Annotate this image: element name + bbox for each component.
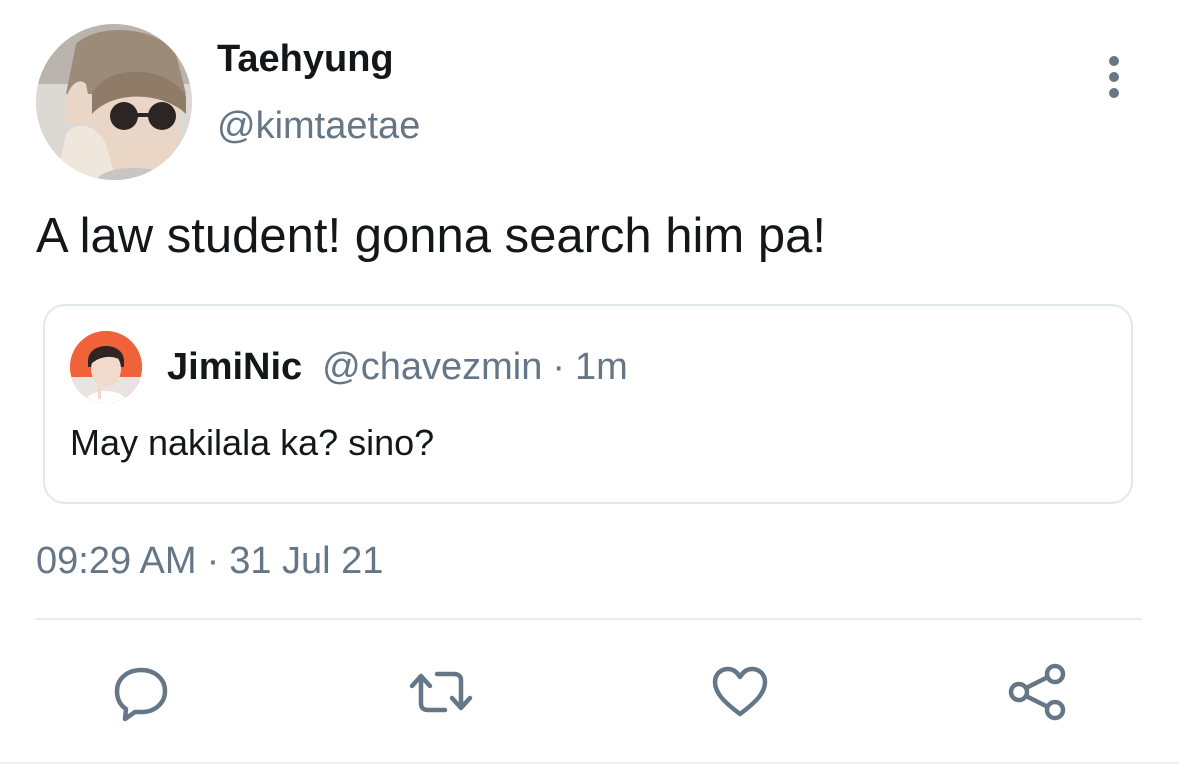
like-button[interactable] [708,660,772,724]
tweet-date: 31 Jul 21 [229,540,384,582]
heart-icon [712,666,768,717]
reply-icon [114,667,168,722]
profile-photo-icon [70,331,142,403]
quoted-display-name: JimiNic [167,346,303,388]
tweet-text: A law student! gonna search him pa! [36,209,826,263]
action-bar-divider [36,618,1142,620]
bottom-divider [0,762,1179,764]
timestamp-separator: · [206,540,220,582]
quoted-tweet-text: May nakilala ka? sino? [70,422,435,463]
quoted-handle: @chavezmin [322,346,543,388]
quoted-tweet-header: JimiNic @chavezmin · 1m [167,346,628,389]
author-display-name[interactable]: Taehyung [217,38,394,81]
retweet-button[interactable] [409,660,473,724]
profile-photo-icon [36,24,192,180]
author-avatar[interactable] [36,24,192,180]
quoted-separator: · [552,346,566,388]
author-handle[interactable]: @kimtaetae [217,105,420,148]
quoted-author-avatar [70,331,142,403]
retweet-icon [409,671,473,713]
quoted-tweet-card[interactable]: JimiNic @chavezmin · 1m May nakilala ka?… [43,304,1133,504]
share-icon [1008,663,1066,721]
more-options-button[interactable] [1092,52,1136,102]
share-button[interactable] [1005,660,1069,724]
more-vertical-icon [1109,56,1119,98]
tweet-time: 09:29 AM [36,540,197,582]
quoted-age: 1m [575,346,628,388]
tweet-timestamp[interactable]: 09:29 AM · 31 Jul 21 [36,540,383,583]
reply-button[interactable] [109,660,173,724]
